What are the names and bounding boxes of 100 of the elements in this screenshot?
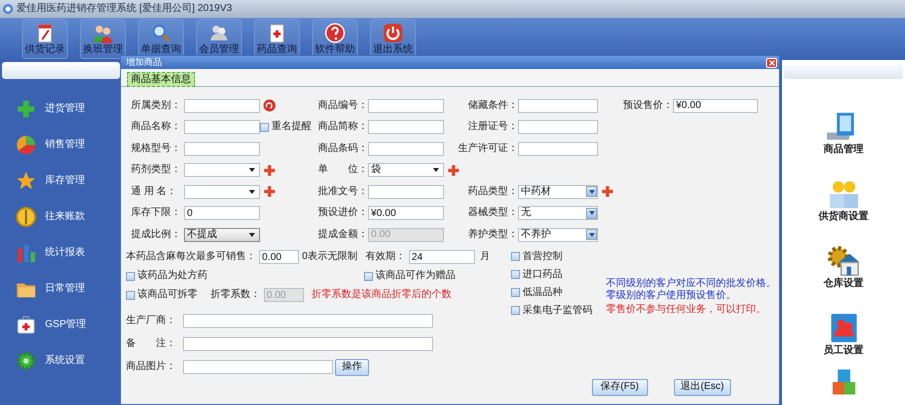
field-label: 提成金额： — [318, 228, 368, 241]
text-field[interactable] — [184, 120, 260, 134]
tab[interactable]: 商品基本信息 — [127, 72, 195, 87]
plus-icon — [15, 98, 37, 120]
text-field[interactable]: ¥0.00 — [368, 206, 444, 220]
dialog-title: 增加商品 — [126, 56, 162, 69]
field-label: 生产厂商： — [126, 315, 177, 327]
field-label: 商品图片： — [126, 361, 177, 373]
checkbox[interactable]: 采集电子监管码 — [511, 302, 606, 320]
dialog-button[interactable]: 退出(Esc) — [674, 378, 731, 396]
power-icon — [382, 22, 404, 44]
field-label: 预设售价： — [623, 100, 673, 112]
note-text: 不同级别的客户对应不同的批发价格。 — [606, 278, 776, 290]
first-aid-kit-icon — [15, 314, 37, 336]
field-label: 储藏条件： — [467, 100, 518, 112]
add-icon[interactable] — [262, 164, 276, 177]
checkbox[interactable]: 该商品可作为赠品 — [364, 270, 456, 282]
gear-icon — [15, 350, 37, 372]
panel-item[interactable]: 商品管理 — [782, 99, 905, 166]
sidebar-item[interactable]: 进货管理 — [0, 91, 122, 127]
app-icon — [2, 3, 14, 15]
checkbox[interactable]: 该商品可拆零 — [126, 289, 198, 301]
upload-button[interactable]: 操作 — [335, 358, 369, 376]
field-label: 所属类别： — [131, 100, 182, 112]
field-label: 提成比例： — [131, 228, 182, 241]
field-label: 备 注： — [126, 338, 177, 350]
text-field[interactable] — [518, 142, 598, 156]
pie-chart-icon — [15, 134, 37, 156]
star-icon — [15, 170, 37, 192]
sidebar-item[interactable]: 日常管理 — [0, 271, 122, 307]
field-label: 库存下限： — [131, 207, 182, 220]
dropdown[interactable] — [184, 163, 260, 178]
text-field[interactable] — [182, 360, 332, 374]
window-title: 爱佳用医药进销存管理系统 [爱佳用公司] 2019V3 — [16, 3, 232, 15]
note-text: 零级别的客户使用预设售价。 — [606, 290, 737, 302]
text-field[interactable]: 0.00 — [259, 250, 299, 264]
field-label: 商品编号： — [318, 100, 368, 112]
text-field[interactable] — [368, 142, 444, 156]
text-field[interactable]: 0 — [184, 206, 260, 220]
field-label: 商品简称： — [318, 121, 368, 134]
toolbar-button[interactable]: 供货记录 — [22, 19, 68, 59]
field-label: 商品名称： — [131, 121, 182, 134]
text-field[interactable] — [184, 142, 260, 156]
dialog-button[interactable]: 保存(F5) — [592, 378, 648, 396]
sidebar-item[interactable]: 统计报表 — [0, 235, 122, 271]
field-label: 养护类型： — [467, 228, 518, 241]
search-icon — [150, 22, 172, 44]
text-field[interactable] — [368, 98, 444, 113]
checkbox[interactable]: 低温品种 — [511, 284, 606, 302]
sidebar-item[interactable]: 销售管理 — [0, 127, 122, 163]
text-field[interactable] — [368, 120, 444, 134]
sidebar-item[interactable]: GSP管理 — [0, 307, 122, 343]
field-label: 器械类型： — [467, 207, 518, 220]
combo-box[interactable]: 不养护 — [518, 228, 598, 242]
bar-chart-icon — [15, 242, 37, 264]
field-label: 单 位： — [318, 164, 368, 176]
text-field[interactable]: ¥0.00 — [673, 98, 758, 113]
text-field[interactable] — [518, 98, 598, 113]
text-field[interactable] — [182, 337, 432, 351]
field-label: 预设进价： — [318, 207, 368, 220]
dropdown[interactable]: 不提成 — [184, 228, 260, 242]
lookup-icon[interactable] — [262, 99, 276, 112]
text-field[interactable] — [368, 184, 444, 199]
field-label: 批准文号： — [318, 186, 368, 198]
field-label: 本药品含麻每次最多可销售： — [126, 251, 256, 263]
note-text: 折零系数是该商品折零后的个数 — [312, 289, 452, 301]
checkbox[interactable]: 进口药品 — [511, 266, 606, 284]
hint-text: 0表示无限制 — [302, 251, 358, 263]
checkbox[interactable]: 该药品为处方药 — [126, 270, 361, 282]
combo-box[interactable]: 中药材 — [518, 184, 598, 199]
sidebar-item[interactable]: 系统设置 — [0, 343, 122, 379]
text-field[interactable] — [184, 98, 260, 113]
field-label: 药剂类型： — [131, 164, 182, 176]
field-label: 规格型号： — [131, 142, 182, 155]
add-icon[interactable] — [446, 164, 460, 177]
add-icon[interactable] — [262, 185, 276, 198]
note-text: 零售价不参与任何业务，可以打印。 — [606, 304, 767, 316]
field-label: 有效期： — [366, 251, 406, 263]
house-gear-icon — [826, 244, 860, 278]
panel-item[interactable]: 供货商设置 — [782, 166, 905, 233]
unit-label: 月 — [480, 251, 490, 263]
panel-item[interactable]: 员工设置 — [782, 300, 905, 367]
sidebar-item[interactable]: 库存管理 — [0, 163, 122, 199]
checkbox[interactable]: 首营控制 — [511, 248, 606, 266]
text-field[interactable] — [518, 120, 598, 134]
field-label: 通 用 名： — [131, 186, 178, 198]
combo-box[interactable]: 无 — [518, 206, 598, 220]
panel-item[interactable]: 仓库设置 — [782, 233, 905, 300]
toolbar-button[interactable]: 换班管理 — [80, 19, 126, 59]
text-field[interactable] — [182, 314, 432, 328]
field-label: 折零系数： — [210, 289, 260, 301]
dropdown[interactable]: 袋 — [368, 163, 444, 178]
add-icon[interactable] — [600, 185, 614, 198]
text-field[interactable]: 24 — [408, 250, 475, 264]
sidebar-item[interactable]: 往来账款 — [0, 199, 122, 235]
field-label: 药品类型： — [467, 186, 518, 198]
checkbox[interactable]: 重名提醒 — [260, 121, 312, 134]
dropdown[interactable] — [184, 184, 260, 199]
field-label: 注册证号： — [467, 121, 518, 134]
help-icon — [324, 22, 346, 44]
